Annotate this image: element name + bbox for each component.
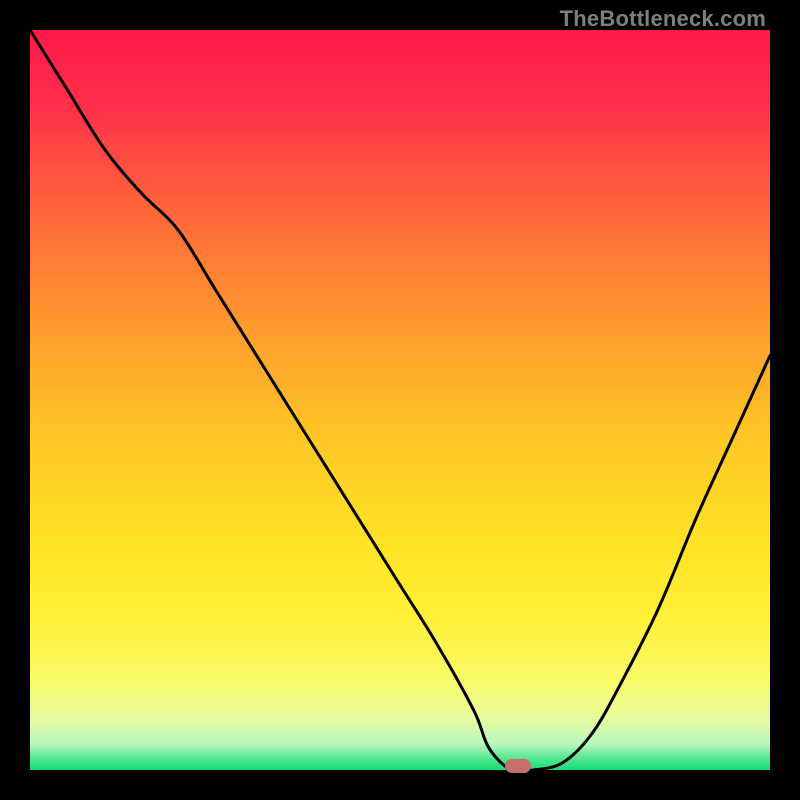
curve-path [30,30,770,772]
plot-area [30,30,770,770]
chart-frame: TheBottleneck.com [0,0,800,800]
watermark-text: TheBottleneck.com [560,6,766,32]
selected-point-marker [505,759,531,773]
bottleneck-curve [30,30,770,770]
